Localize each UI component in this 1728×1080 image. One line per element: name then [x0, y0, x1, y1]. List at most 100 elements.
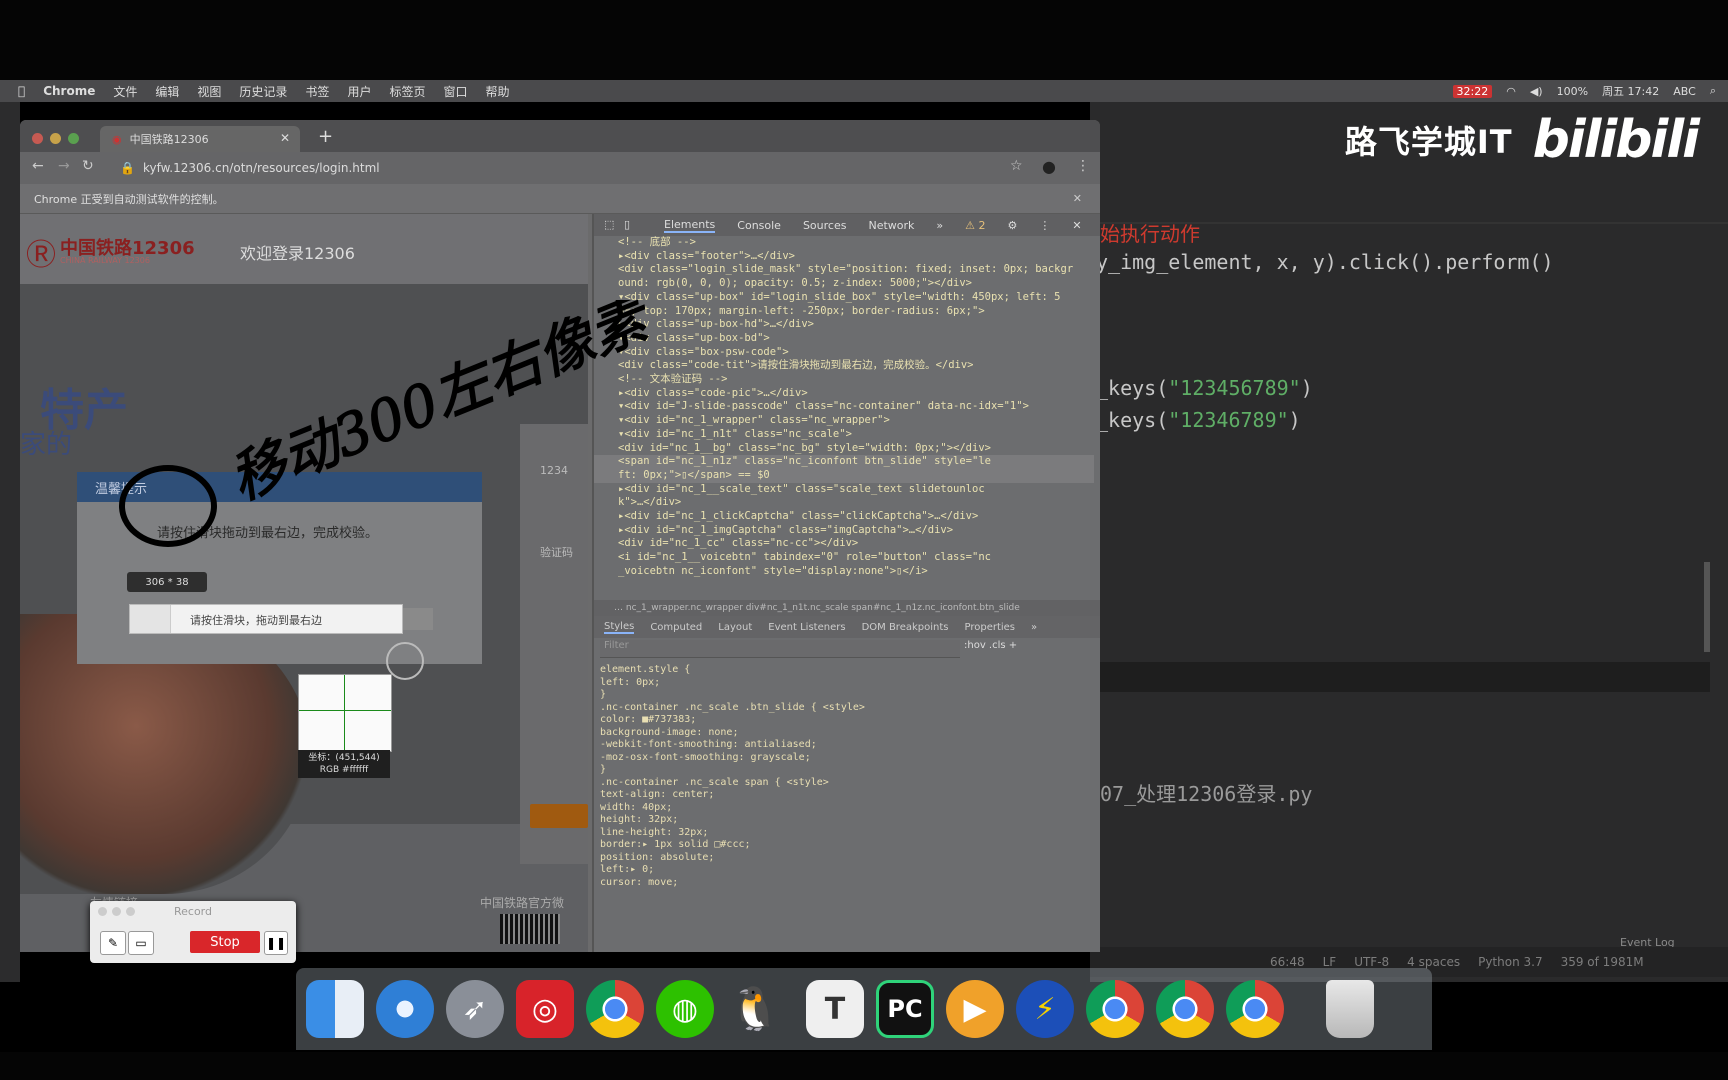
qq-icon[interactable]: 🐧	[726, 980, 784, 1038]
slider-handle[interactable]	[130, 605, 171, 633]
input-source[interactable]: ABC	[1673, 85, 1696, 98]
player-icon[interactable]: ▶	[946, 980, 1004, 1038]
menu-file[interactable]: 文件	[113, 83, 137, 100]
style-rule-line[interactable]: }	[600, 764, 1100, 777]
battery-percent[interactable]: 100%	[1557, 85, 1588, 98]
subtab-computed[interactable]: Computed	[650, 622, 702, 633]
style-rule-line[interactable]: background-image: none;	[600, 727, 1100, 740]
wechat-icon[interactable]: ◍	[656, 980, 714, 1038]
menu-bookmarks[interactable]: 书签	[305, 83, 329, 100]
style-rule-line[interactable]: left: 0px;	[600, 677, 1100, 690]
style-rule-line[interactable]: height: 32px;	[600, 814, 1100, 827]
pause-icon[interactable]: ❚❚	[264, 931, 288, 955]
devtools-close-icon[interactable]: ✕	[1072, 219, 1081, 232]
tab-more[interactable]: »	[936, 219, 943, 232]
pycharm-icon[interactable]: PC	[876, 980, 934, 1038]
memory-indicator[interactable]: 359 of 1981M	[1561, 955, 1644, 969]
style-rule-line[interactable]: .nc-container .nc_scale span { <style>	[600, 777, 1100, 790]
clock[interactable]: 周五 17:42	[1602, 83, 1659, 99]
dom-node-line[interactable]: <div id="nc_1__bg" class="nc_bg" style="…	[594, 442, 1094, 456]
wifi-icon[interactable]: ◠	[1506, 85, 1516, 98]
netease-music-icon[interactable]: ◎	[516, 980, 574, 1038]
zoom-window-icon[interactable]	[68, 133, 79, 144]
style-rule-line[interactable]: }	[600, 689, 1100, 702]
dom-node-line[interactable]: ▸<div id="nc_1_clickCaptcha" class="clic…	[594, 510, 1094, 524]
dom-node-line[interactable]: ▾<div id="J-slide-passcode" class="nc-co…	[594, 400, 1094, 414]
address-bar[interactable]: 🔒 kyfw.12306.cn/otn/resources/login.html	[120, 156, 1050, 180]
forward-icon[interactable]: →	[58, 158, 70, 174]
subtab-properties[interactable]: Properties	[964, 622, 1015, 633]
style-rule-line[interactable]: border:▸ 1px solid □#ccc;	[600, 839, 1100, 852]
dom-node-line[interactable]: ft: 0px;">▯</span> == $0	[594, 468, 1094, 483]
style-rule-line[interactable]: -webkit-font-smoothing: antialiased;	[600, 739, 1100, 752]
new-tab-button[interactable]: +	[318, 126, 333, 147]
back-icon[interactable]: ←	[32, 158, 44, 174]
tab-close-icon[interactable]: ✕	[280, 131, 290, 145]
menu-people[interactable]: 用户	[347, 83, 371, 100]
rectangle-tool-icon[interactable]: ▭	[128, 931, 154, 955]
dom-node-line[interactable]: ▾<div class="box-psw-code">	[594, 346, 1094, 360]
devtools-more-icon[interactable]: ⋮	[1039, 219, 1050, 232]
minimize-window-icon[interactable]	[50, 133, 61, 144]
menu-window[interactable]: 窗口	[443, 83, 467, 100]
style-rule-line[interactable]: width: 40px;	[600, 802, 1100, 815]
launchpad-icon[interactable]: ➶	[446, 980, 504, 1038]
dom-node-line[interactable]: 0%; top: 170px; margin-left: -250px; bor…	[594, 305, 1094, 319]
dom-node-line[interactable]: ound: rgb(0, 0, 0); opacity: 0.5; z-inde…	[594, 277, 1094, 291]
stop-button[interactable]: Stop	[190, 931, 260, 953]
profile-avatar-icon[interactable]: ●	[1042, 157, 1056, 176]
line-ending[interactable]: LF	[1323, 955, 1337, 969]
close-window-icon[interactable]	[32, 133, 43, 144]
volume-icon[interactable]: ◀)	[1530, 85, 1543, 98]
captcha-field[interactable]: 验证码	[540, 544, 573, 560]
subtab-layout[interactable]: Layout	[718, 622, 752, 633]
subtab-styles[interactable]: Styles	[604, 621, 635, 634]
menu-edit[interactable]: 编辑	[155, 83, 179, 100]
tab-sources[interactable]: Sources	[803, 219, 847, 232]
style-rule-line[interactable]: .nc-container .nc_scale .btn_slide { <st…	[600, 702, 1100, 715]
menu-help[interactable]: 帮助	[485, 83, 509, 100]
bookmark-star-icon[interactable]: ☆	[1010, 158, 1023, 174]
finder-icon[interactable]	[306, 980, 364, 1038]
dom-node-line[interactable]: ▾<div id="nc_1_n1t" class="nc_scale">	[594, 428, 1094, 442]
recording-time[interactable]: 32:22	[1452, 84, 1493, 98]
settings-gear-icon[interactable]: ⚙	[1008, 219, 1018, 232]
warnings-badge[interactable]: ⚠ 2	[965, 219, 985, 232]
style-rule-line[interactable]: position: absolute;	[600, 852, 1100, 865]
dom-node-line[interactable]: <!-- 底部 -->	[594, 236, 1094, 250]
username-field[interactable]: 1234	[540, 464, 568, 477]
menu-tab[interactable]: 标签页	[389, 83, 425, 100]
chrome-icon[interactable]	[1156, 980, 1214, 1038]
pen-tool-icon[interactable]: ✎	[100, 931, 126, 955]
style-rule-line[interactable]: element.style {	[600, 664, 1100, 677]
dom-node-line[interactable]: <!-- 文本验证码 -->	[594, 373, 1094, 387]
menu-view[interactable]: 视图	[197, 83, 221, 100]
safari-icon[interactable]	[376, 980, 434, 1038]
login-button[interactable]	[530, 804, 588, 828]
dom-node-line[interactable]: _voicebtn nc_iconfont" style="display:no…	[594, 565, 1094, 579]
file-encoding[interactable]: UTF-8	[1354, 955, 1389, 969]
dom-node-line[interactable]: ▸<div id="nc_1_imgCaptcha" class="imgCap…	[594, 524, 1094, 538]
dom-node-line[interactable]: ▾<div class="up-box" id="login_slide_box…	[594, 291, 1094, 305]
search-icon[interactable]: ⌕	[1710, 84, 1716, 98]
thunder-icon[interactable]: ⚡	[1016, 980, 1074, 1038]
style-rule-line[interactable]: text-align: center;	[600, 789, 1100, 802]
dom-node-line[interactable]: ▾<div class="up-box-bd">	[594, 332, 1094, 346]
style-rule-line[interactable]: -moz-osx-font-smoothing: grayscale;	[600, 752, 1100, 765]
tab-console[interactable]: Console	[737, 219, 781, 232]
dom-node-line[interactable]: ▸<div class="code-pic">…</div>	[594, 387, 1094, 401]
styles-filter-controls[interactable]: :hov .cls +	[964, 640, 1017, 651]
browser-tab[interactable]: ◉ 中国铁路12306 ✕	[100, 126, 300, 152]
reload-icon[interactable]: ↻	[82, 158, 94, 174]
styles-filter-input[interactable]: Filter	[600, 640, 960, 658]
dom-node-line[interactable]: ▸<div class="up-box-hd">…</div>	[594, 318, 1094, 332]
dom-node-line[interactable]: <div id="nc_1_cc" class="nc-cc"></div>	[594, 537, 1094, 551]
cursor-position[interactable]: 66:48	[1270, 955, 1305, 969]
device-toggle-icon[interactable]: ▯	[624, 218, 630, 231]
style-rule-line[interactable]: line-height: 32px;	[600, 827, 1100, 840]
more-menu-icon[interactable]: ⋮	[1076, 158, 1090, 174]
subtab-dom-breakpoints[interactable]: DOM Breakpoints	[862, 622, 949, 633]
python-interpreter[interactable]: Python 3.7	[1478, 955, 1543, 969]
dom-breadcrumb[interactable]: … nc_1_wrapper.nc_wrapper div#nc_1_n1t.n…	[594, 600, 1100, 616]
menu-history[interactable]: 历史记录	[239, 83, 287, 100]
